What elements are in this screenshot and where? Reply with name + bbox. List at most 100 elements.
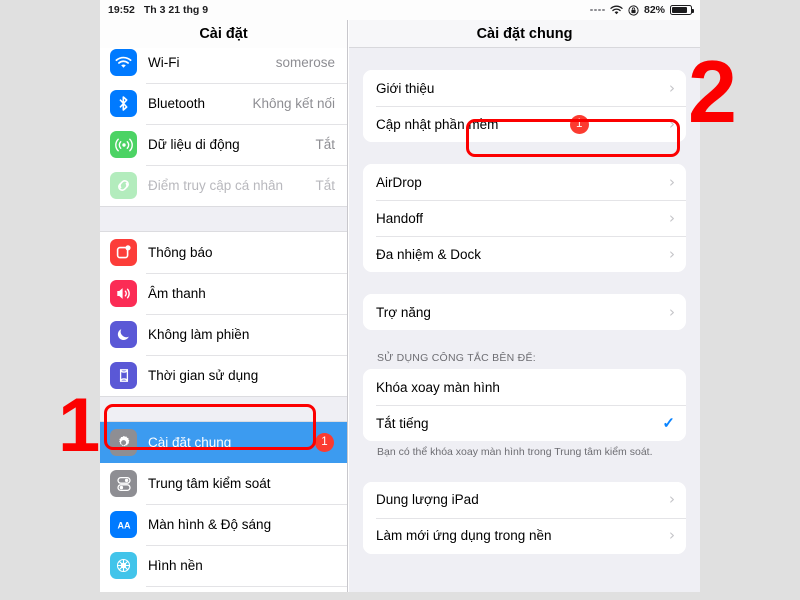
sidebar-item-bluetooth[interactable]: Bluetooth Không kết nối [100, 83, 347, 124]
side-switch-section-footer: Bạn có thể khóa xoay màn hình trong Trun… [377, 446, 653, 458]
notifications-icon [110, 239, 137, 266]
group-spacer-3 [363, 330, 686, 352]
row-software-update[interactable]: Cập nhật phần mềm 1 › [363, 106, 686, 142]
top-spacer [363, 48, 686, 70]
sidebar-item-wifi[interactable]: Wi-Fi somerose [100, 42, 347, 83]
status-bar-right: 82% [590, 4, 694, 16]
sidebar-scroll[interactable]: Chế độ máy bay Wi-Fi somerose [100, 20, 347, 592]
sidebar-item-label: Màn hình & Độ sáng [148, 517, 272, 532]
sidebar-item-display-brightness[interactable]: AA Màn hình & Độ sáng [100, 504, 347, 545]
sidebar-item-notifications[interactable]: Thông báo [100, 232, 347, 273]
annotation-step-1: 1 [58, 383, 101, 468]
row-multitasking-dock[interactable]: Đa nhiệm & Dock › [363, 236, 686, 272]
chevron-right-icon: › [669, 78, 675, 97]
sidebar-item-label: Không làm phiền [148, 327, 250, 342]
sidebar-item-label: Điểm truy cập cá nhân [148, 178, 284, 193]
software-update-badge: 1 [569, 114, 589, 134]
row-label: Tắt tiếng [376, 415, 429, 431]
general-pane-scroll[interactable]: Giới thiệu › Cập nhật phần mềm 1 › AirDr… [349, 48, 700, 554]
status-bar: 19:52 Th 3 21 thg 9 82% [100, 0, 700, 20]
wifi-icon [110, 49, 137, 76]
sidebar-item-value: Tắt [315, 137, 335, 152]
battery-percent: 82% [643, 4, 665, 16]
row-mute[interactable]: Tắt tiếng ✓ [363, 405, 686, 441]
general-group-about: Giới thiệu › Cập nhật phần mềm 1 › [363, 70, 686, 142]
sidebar-item-personal-hotspot[interactable]: Điểm truy cập cá nhân Tắt [100, 165, 347, 206]
sidebar-item-label: Thông báo [148, 245, 213, 260]
sidebar-item-label: Thời gian sử dụng [148, 368, 259, 383]
row-accessibility[interactable]: Trợ năng › [363, 294, 686, 330]
signal-dots-icon [590, 8, 605, 12]
sidebar-item-label: Wi-Fi [148, 55, 180, 70]
sidebar-item-do-not-disturb[interactable]: Không làm phiền [100, 314, 347, 355]
sidebar-item-label: Hình nền [148, 558, 203, 573]
group-spacer-1 [363, 142, 686, 164]
general-group-accessibility: Trợ năng › [363, 294, 686, 330]
chevron-right-icon: › [669, 208, 675, 227]
sidebar-item-general[interactable]: Cài đặt chung 1 [100, 422, 347, 463]
row-ipad-storage[interactable]: Dung lượng iPad › [363, 481, 686, 518]
bluetooth-icon [110, 90, 137, 117]
group-spacer-2 [363, 272, 686, 294]
gear-icon [110, 429, 137, 456]
sidebar-item-label: Dữ liệu di động [148, 137, 240, 152]
sidebar-item-label: Trung tâm kiểm soát [148, 476, 271, 491]
chevron-right-icon: › [669, 172, 675, 191]
cellular-icon [110, 131, 137, 158]
svg-text:AA: AA [117, 520, 130, 530]
sidebar-item-value: somerose [275, 55, 335, 70]
row-label: Đa nhiệm & Dock [376, 246, 482, 262]
chevron-right-icon: › [669, 526, 675, 545]
row-airdrop[interactable]: AirDrop › [363, 164, 686, 200]
group-spacer-4 [363, 460, 686, 482]
sound-icon [110, 280, 137, 307]
ipad-screenshot: 19:52 Th 3 21 thg 9 82% Cài đặt Wi-Fi so… [100, 0, 700, 592]
sidebar-item-siri-search[interactable]: Siri & Tìm kiếm [100, 586, 347, 592]
settings-sidebar: Cài đặt Chế độ máy bay Wi-Fi so [100, 20, 348, 592]
row-label: Khóa xoay màn hình [376, 379, 500, 395]
battery-icon [670, 5, 694, 15]
sidebar-item-wallpaper[interactable]: Hình nền [100, 545, 347, 586]
chevron-right-icon: › [668, 114, 675, 133]
row-label: Cập nhật phần mềm [376, 116, 499, 132]
status-time: 19:52 [108, 4, 135, 16]
sidebar-item-screen-time[interactable]: Thời gian sử dụng [100, 355, 347, 396]
sidebar-item-label: Bluetooth [148, 96, 206, 111]
general-group-sharing: AirDrop › Handoff › Đa nhiệm & Dock › [363, 164, 686, 272]
general-group-storage: Dung lượng iPad › Làm mới ứng dụng trong… [363, 481, 686, 554]
row-background-app-refresh[interactable]: Làm mới ứng dụng trong nền › [363, 517, 686, 554]
chevron-right-icon: › [669, 302, 675, 321]
sidebar-item-cellular-data[interactable]: Dữ liệu di động Tắt [100, 124, 347, 165]
sidebar-item-value: Tắt [315, 178, 335, 193]
general-settings-pane: Cài đặt chung Giới thiệu › Cập nhật phần… [349, 20, 700, 592]
display-brightness-icon: AA [110, 511, 137, 538]
row-handoff[interactable]: Handoff › [363, 200, 686, 236]
wallpaper-icon [110, 552, 137, 579]
sidebar-item-label: Cài đặt chung [148, 435, 232, 450]
row-lock-rotation[interactable]: Khóa xoay màn hình [363, 369, 686, 405]
sidebar-item-control-center[interactable]: Trung tâm kiểm soát [100, 463, 347, 504]
row-about[interactable]: Giới thiệu › [363, 70, 686, 106]
sidebar-item-label: Âm thanh [148, 286, 206, 301]
sidebar-item-value: Không kết nối [252, 96, 335, 111]
control-center-icon [110, 470, 137, 497]
wifi-icon [610, 5, 623, 15]
rotation-lock-icon [628, 4, 639, 16]
general-pane-title: Cài đặt chung [349, 20, 700, 48]
row-label: Trợ năng [376, 304, 431, 320]
screen-time-icon [110, 362, 137, 389]
sidebar-group-separator-2 [100, 396, 347, 422]
status-bar-left: 19:52 Th 3 21 thg 9 [108, 4, 208, 16]
sidebar-item-sounds[interactable]: Âm thanh [100, 273, 347, 314]
side-switch-section-header: SỬ DỤNG CÔNG TẮC BÊN ĐỂ: [377, 352, 536, 364]
status-date: Th 3 21 thg 9 [143, 4, 209, 16]
row-label: Làm mới ứng dụng trong nền [376, 528, 552, 544]
sidebar-general-badge: 1 [315, 433, 334, 452]
general-group-side-switch: Khóa xoay màn hình Tắt tiếng ✓ [363, 369, 686, 441]
row-label: Dung lượng iPad [376, 492, 479, 508]
chevron-right-icon: › [669, 490, 675, 509]
do-not-disturb-icon [110, 321, 137, 348]
row-label: AirDrop [376, 174, 422, 190]
hotspot-icon [110, 172, 137, 199]
annotation-step-2: 2 [688, 42, 737, 141]
